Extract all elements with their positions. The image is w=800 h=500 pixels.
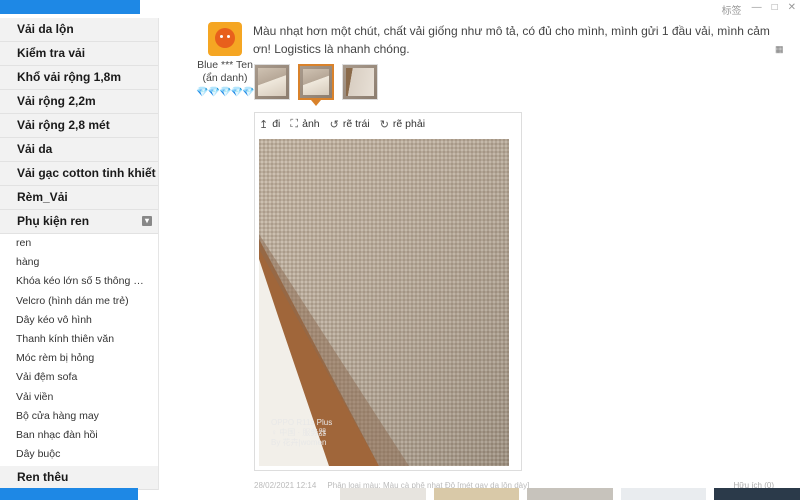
review-date: 28/02/2021 12:14 xyxy=(254,481,317,490)
subcategory-item[interactable]: Dây kéo vô hình xyxy=(0,311,146,330)
subcategory-item[interactable]: Móc rèm bị hỏng xyxy=(0,349,146,368)
watermark-line: ♀ 中国 · 服务器 xyxy=(271,428,327,437)
subcategory-item[interactable]: hàng xyxy=(0,253,146,272)
viewer-toolbar: ↥ đi ⛶ ảnh ↺ rẽ trái ↻ rẽ phải xyxy=(255,113,521,135)
subcategory-item[interactable]: Vải đệm sofa xyxy=(0,368,146,387)
view-image-button[interactable]: ⛶ ảnh xyxy=(290,118,319,131)
category-label: Phụ kiện ren xyxy=(17,214,90,228)
review-text: Màu nhạt hơn một chút, chất vải giống nh… xyxy=(253,24,770,56)
category-sidebar: Vải da lộn Kiểm tra vải Khổ vải rộng 1,8… xyxy=(0,18,159,490)
avatar-face xyxy=(215,28,235,48)
subcategory-item[interactable]: Vải viền xyxy=(0,388,146,407)
image-label: ảnh xyxy=(302,118,320,130)
category-item[interactable]: Vải da xyxy=(0,138,158,162)
fabric-photo xyxy=(259,139,509,466)
avatar-eye xyxy=(227,35,230,38)
subcategory-item[interactable]: Thanh kính thiên văn xyxy=(0,330,146,349)
related-image[interactable] xyxy=(433,488,520,500)
related-image[interactable] xyxy=(527,488,613,500)
review-thumbnail[interactable] xyxy=(254,64,290,100)
related-images-strip xyxy=(340,488,800,500)
category-label: Vải da xyxy=(17,142,53,156)
review-thumbnails xyxy=(254,64,378,106)
go-label: đi xyxy=(272,118,281,130)
category-item-expanded[interactable]: Phụ kiện ren ▾ xyxy=(0,210,158,234)
rotate-left-icon: ↺ xyxy=(329,118,339,131)
rotate-right-icon: ↻ xyxy=(379,118,389,131)
subcategory-item[interactable]: Bộ cửa hàng may xyxy=(0,407,146,426)
category-item[interactable]: Kiểm tra vải xyxy=(0,42,158,66)
category-item[interactable]: Vải rộng 2,2m xyxy=(0,90,158,114)
rotate-left-label: rẽ trái xyxy=(342,118,370,130)
review-thumbnail[interactable] xyxy=(342,64,378,100)
collapse-icon[interactable]: ▾ xyxy=(142,216,152,226)
rotate-left-button[interactable]: ↺ rẽ trái xyxy=(330,118,370,131)
related-image[interactable] xyxy=(714,488,800,500)
category-item[interactable]: Vải rộng 2,8 mét xyxy=(0,114,158,138)
category-item[interactable]: Ren thêu xyxy=(0,466,158,490)
related-image[interactable] xyxy=(340,488,426,500)
rotate-right-button[interactable]: ↻ rẽ phải xyxy=(380,118,425,131)
image-viewer: ↥ đi ⛶ ảnh ↺ rẽ trái ↻ rẽ phải OPPO R11s… xyxy=(254,112,522,471)
taskbar-strip xyxy=(0,0,140,14)
reviewer-info: Blue *** Ten (ẩn danh) 💎💎💎💎💎 xyxy=(190,22,260,98)
subcategory-item[interactable]: Dây buộc xyxy=(0,445,146,464)
go-button[interactable]: ↥ đi xyxy=(259,118,280,131)
category-label: Kiểm tra vải xyxy=(17,46,86,60)
category-item[interactable]: Rèm_Vải xyxy=(0,186,158,210)
related-image[interactable] xyxy=(620,488,707,500)
category-label: Vải rộng 2,2m xyxy=(17,94,96,108)
avatar xyxy=(208,22,242,56)
category-label: Khổ vải rộng 1,8m xyxy=(17,70,122,84)
reviewer-name: Blue *** Ten (ẩn danh) xyxy=(197,59,253,84)
category-label: Vải rộng 2,8 mét xyxy=(17,118,110,132)
qr-code-icon: ▦ xyxy=(775,44,784,54)
category-item[interactable]: Vải da lộn xyxy=(0,18,158,42)
subcategory-list: ren hàng Khóa kéo lớn số 5 thông t… Velc… xyxy=(0,234,158,465)
subcategory-item[interactable]: Khóa kéo lớn số 5 thông t… xyxy=(0,272,146,291)
rotate-right-label: rẽ phải xyxy=(392,118,426,130)
category-label: Rèm_Vải xyxy=(17,190,68,204)
taskbar-strip-bottom xyxy=(0,488,138,500)
avatar-eye xyxy=(220,35,223,38)
review-photo: OPPO R11s Plus ♀ 中国 · 服务器 By 花卉|women xyxy=(259,139,509,466)
category-label: Vải gạc cotton tinh khiết xyxy=(17,166,156,180)
photo-watermark: OPPO R11s Plus ♀ 中国 · 服务器 By 花卉|women xyxy=(271,418,332,448)
category-label: Ren thêu xyxy=(17,470,69,484)
category-label: Vải da lộn xyxy=(17,22,74,36)
review-entry: Blue *** Ten (ẩn danh) 💎💎💎💎💎 Màu nhạt hơ… xyxy=(160,14,800,490)
subcategory-item[interactable]: ren xyxy=(0,234,146,253)
diamond-badge-icon: 💎💎💎💎💎 xyxy=(196,87,254,98)
subcategory-item[interactable]: Ban nhạc đàn hồi xyxy=(0,426,146,445)
category-item[interactable]: Vải gạc cotton tinh khiết xyxy=(0,162,158,186)
category-item[interactable]: Khổ vải rộng 1,8m xyxy=(0,66,158,90)
expand-icon: ⛶ xyxy=(290,117,299,130)
watermark-line: OPPO R11s Plus xyxy=(271,418,333,427)
subcategory-item[interactable]: Velcro (hình dán me trẻ) xyxy=(0,292,146,311)
arrow-up-icon: ↥ xyxy=(259,118,269,131)
window-top-strip: 标签 — □ ✕ xyxy=(0,0,800,17)
watermark-line: By 花卉|women xyxy=(271,438,327,447)
review-thumbnail-selected[interactable] xyxy=(298,64,334,106)
